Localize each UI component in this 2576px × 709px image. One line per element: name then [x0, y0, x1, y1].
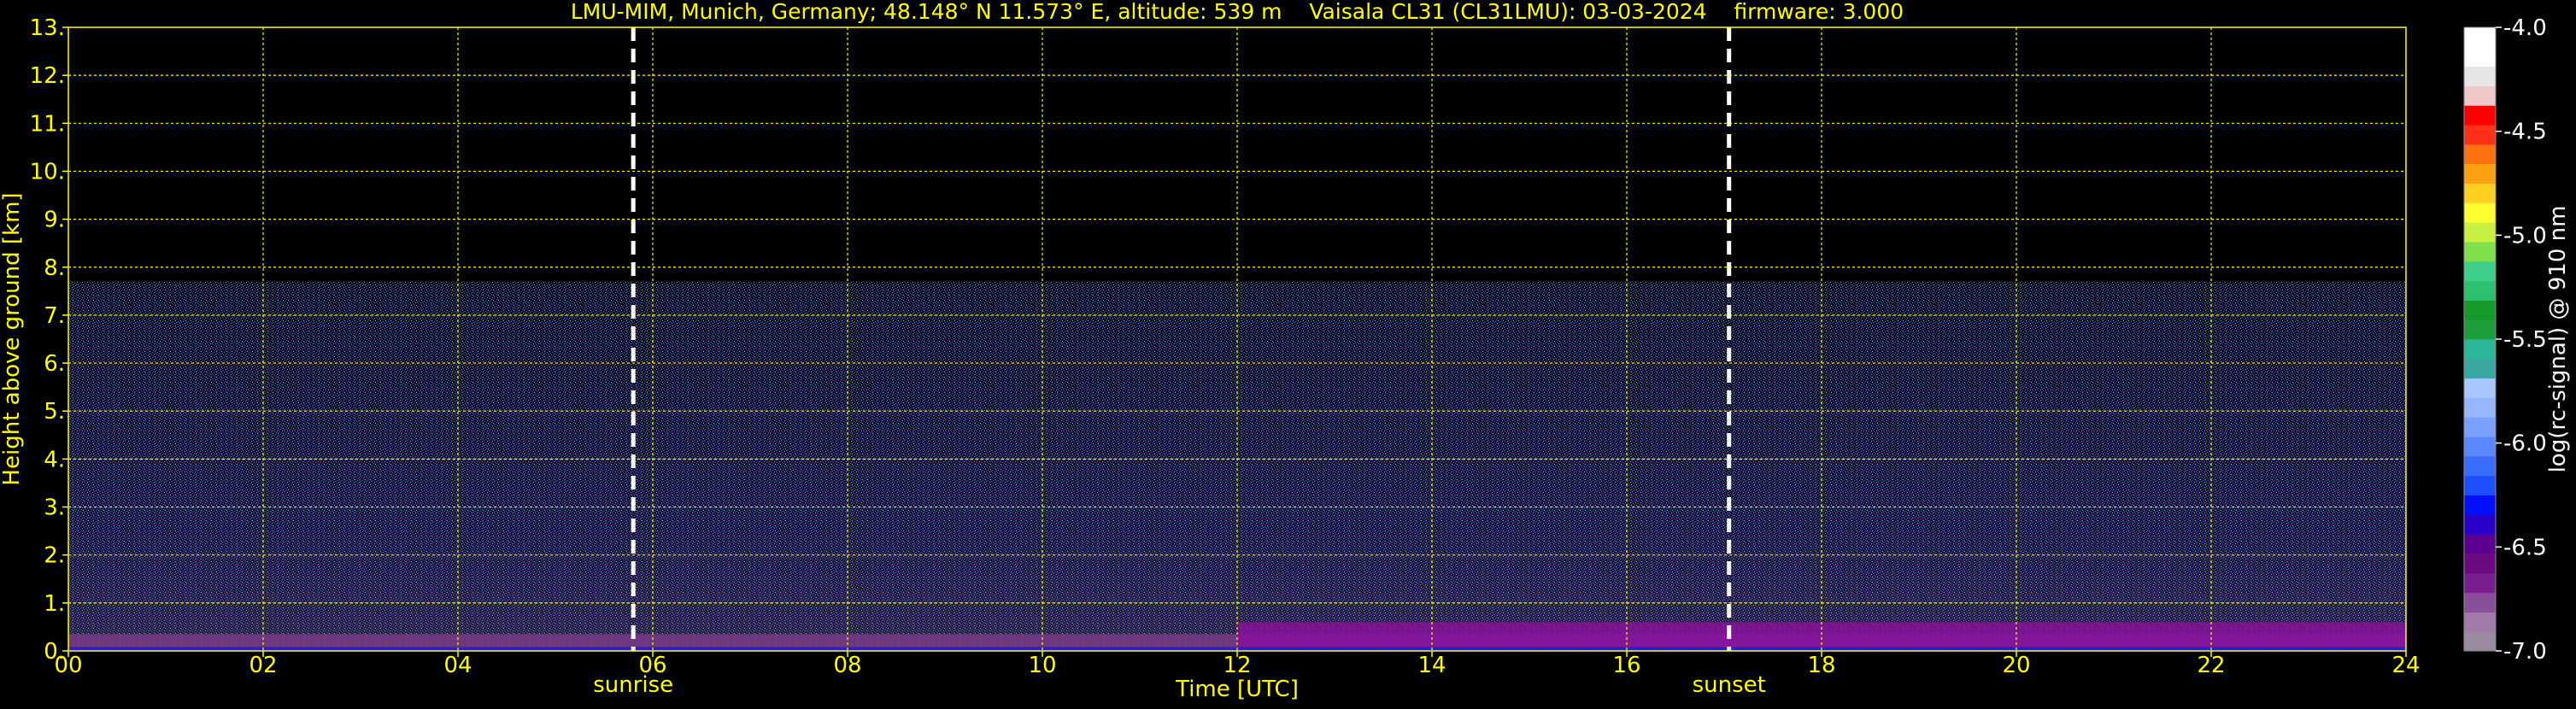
ceilometer-chart: sunrise sunset 00 02 04 06 08 10 12 14 16 18 20 22 24… [0, 0, 2576, 706]
colorbar-segment [2464, 222, 2496, 243]
x-tick-label: 18 [1807, 653, 1835, 678]
y-axis-label: Height above ground [km] [0, 192, 25, 485]
x-tick-label: 08 [833, 653, 861, 678]
colorbar-segment [2464, 514, 2496, 535]
y-tick-label: 3. [44, 495, 65, 521]
colorbar-segment [2464, 66, 2496, 86]
colorbar-segment [2464, 46, 2496, 67]
x-tick-label: 10 [1028, 653, 1056, 678]
colorbar-segment [2464, 202, 2496, 223]
colorbar-tick-label: -7.0 [2503, 639, 2547, 665]
colorbar-segment [2464, 358, 2496, 379]
y-tick-label: 7. [44, 303, 65, 329]
colorbar-tick-label: -6.0 [2503, 431, 2547, 457]
colorbar-segment [2464, 417, 2496, 437]
colorbar-segment [2464, 144, 2496, 165]
y-tick-label: 11. [30, 111, 65, 137]
chart-title: LMU-MIM, Munich, Germany; 48.148° N 11.5… [571, 0, 1904, 24]
x-axis-label: Time [UTC] [1175, 677, 1299, 702]
ceilometer-plot: sunrise sunset 00 02 04 06 08 10 12 14 16 18 20 22 24… [0, 0, 2571, 702]
x-tick-label: 06 [638, 653, 666, 678]
y-tick-label: 0. [44, 639, 65, 665]
colorbar-segment [2464, 437, 2496, 457]
colorbar-segment [2464, 534, 2496, 554]
colorbar-segment [2464, 241, 2496, 262]
y-tick-label: 9. [44, 208, 65, 233]
x-tick-label: 16 [1612, 653, 1640, 678]
colorbar-segment [2464, 397, 2496, 418]
colorbar-segment [2464, 631, 2496, 652]
x-tick-label: 02 [249, 653, 277, 678]
x-tick-label: 20 [2002, 653, 2030, 678]
colorbar-segment [2464, 27, 2496, 48]
x-tick-label: 14 [1417, 653, 1446, 678]
colorbar-segment [2464, 475, 2496, 495]
colorbar-segment [2464, 339, 2496, 360]
y-tick-label: 6. [44, 351, 65, 377]
x-axis-ticks: 00 02 04 06 08 10 12 14 16 18 20 22 24 [54, 651, 2421, 678]
colorbar-segment [2464, 319, 2496, 340]
colorbar-segment [2464, 300, 2496, 320]
colorbar-segment [2464, 183, 2496, 203]
y-tick-label: 5. [44, 399, 65, 425]
boundary-layer-day [1237, 622, 2406, 651]
colorbar-tick-label: -4.5 [2503, 120, 2547, 145]
colorbar: -4.0 -4.5 -5.0 -5.5 -6.0 -6.5 -7.0 [2463, 15, 2547, 665]
colorbar-segment [2464, 495, 2496, 515]
colorbar-segment [2464, 125, 2496, 145]
colorbar-tick-label: -4.0 [2503, 15, 2547, 41]
x-tick-label: 04 [443, 653, 472, 678]
colorbar-segment [2464, 105, 2496, 126]
colorbar-segment [2464, 378, 2496, 398]
event-label-sunset: sunset [1693, 672, 1766, 698]
y-tick-label: 13. [30, 15, 65, 41]
colorbar-segment [2464, 592, 2496, 612]
y-tick-label: 1. [44, 591, 65, 617]
colorbar-tick-label: -5.5 [2503, 327, 2547, 353]
colorbar-segment [2464, 280, 2496, 301]
y-tick-label: 8. [44, 255, 65, 281]
y-axis-ticks: 0. 1. 2. 3. 4. 5. 6. 7. 8. 9. 10. 11. 12. 13. [30, 15, 68, 665]
colorbar-segment [2464, 85, 2496, 106]
x-tick-label: 22 [2197, 653, 2225, 678]
colorbar-segment [2464, 572, 2496, 594]
colorbar-tick-label: -5.0 [2503, 223, 2547, 249]
colorbar-tick-label: -6.5 [2503, 535, 2547, 560]
x-tick-label: 12 [1223, 653, 1251, 678]
colorbar-segment [2464, 163, 2496, 184]
colorbar-segment [2464, 261, 2496, 282]
colorbar-segment [2464, 612, 2496, 632]
colorbar-segment [2464, 455, 2496, 477]
y-tick-label: 2. [44, 543, 65, 569]
y-tick-label: 4. [44, 447, 65, 472]
x-tick-label: 24 [2391, 653, 2420, 678]
y-tick-label: 12. [30, 63, 65, 89]
y-tick-label: 10. [30, 159, 65, 185]
colorbar-label: log(rc-signal) @ 910 nm [2545, 206, 2571, 473]
colorbar-segment [2464, 553, 2496, 574]
